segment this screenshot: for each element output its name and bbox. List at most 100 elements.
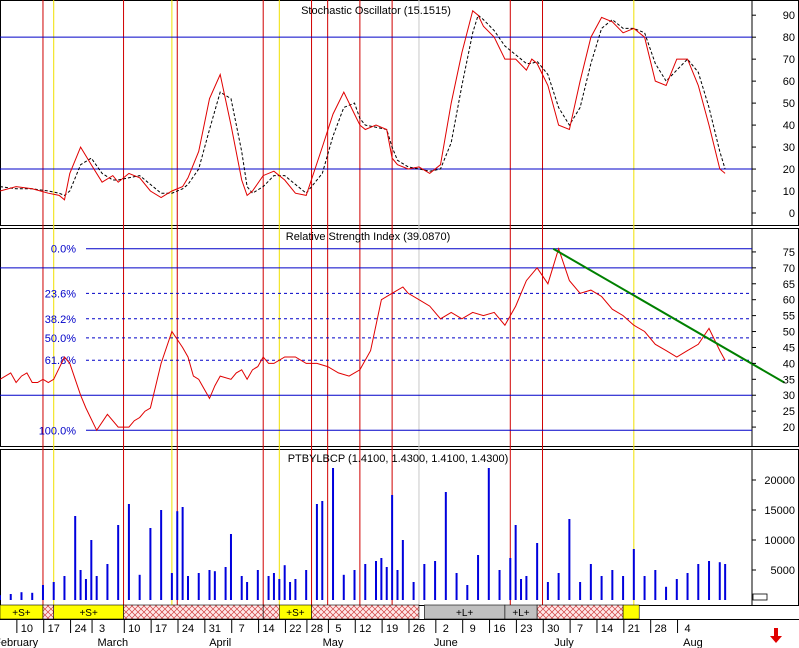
day-tick-label: 17 — [155, 623, 167, 635]
day-tick-label: 14 — [262, 623, 274, 635]
signal-band-label: +S+ — [286, 608, 305, 619]
volume-bar — [466, 585, 469, 600]
volume-bar — [181, 507, 184, 600]
day-tick-label: 21 — [628, 623, 640, 635]
y-tick-label: 25 — [783, 406, 795, 418]
signal-bands: +S+ +S+ +S+ +L+ +L+ — [0, 604, 640, 620]
volume-bar — [697, 564, 700, 600]
month-label: Aug — [683, 637, 703, 648]
volume-bar — [315, 504, 318, 600]
y-tick-label: 55 — [783, 311, 795, 323]
volume-bar — [74, 516, 77, 600]
day-tick-label: 30 — [547, 623, 559, 635]
volume-bar — [208, 570, 211, 600]
volume-bar — [444, 492, 447, 600]
volume-bar — [41, 585, 44, 600]
signal-band — [42, 604, 55, 620]
volume-bar — [525, 576, 528, 600]
volume-bar — [724, 564, 727, 600]
signal-band — [536, 604, 624, 620]
volume-bar — [170, 573, 173, 600]
volume-bar — [229, 534, 232, 600]
day-tick-label: 16 — [493, 623, 505, 635]
panel-frame — [0, 449, 799, 606]
volume-bar — [90, 540, 93, 600]
signal-band — [311, 604, 420, 620]
volume-bar — [385, 567, 388, 600]
volume-bar — [396, 570, 399, 600]
volume-bar — [514, 525, 517, 600]
volume-bar — [487, 468, 490, 600]
volume-bar — [643, 576, 646, 600]
day-tick-label: 10 — [21, 623, 33, 635]
volume-bar — [117, 525, 120, 600]
volume-bar — [391, 495, 394, 600]
y-tick-label: 70 — [783, 263, 795, 275]
y-tick-label: 80 — [783, 32, 795, 44]
volume-bar — [272, 573, 275, 600]
y-tick-label: 50 — [783, 327, 795, 339]
volume-bar — [622, 576, 625, 600]
volume-bar — [375, 561, 377, 600]
volume-bar — [31, 592, 34, 600]
day-tick-label: 19 — [386, 623, 398, 635]
volume-bar — [224, 567, 227, 600]
fibonacci-level-label: 50.0% — [45, 333, 76, 345]
signal-band-label: +S+ — [79, 608, 98, 619]
y-tick-label: 60 — [783, 76, 795, 88]
volume-bar — [176, 511, 179, 600]
y-tick-label: 0 — [789, 208, 795, 220]
y-tick-label: 10 — [783, 186, 795, 198]
signal-band-label: +L+ — [456, 608, 473, 619]
fibonacci-level-label: 100.0% — [39, 425, 77, 437]
volume-bar — [149, 528, 152, 600]
month-label: April — [209, 637, 231, 648]
day-tick-label: 5 — [335, 623, 341, 635]
volume-bar — [568, 519, 571, 600]
volume-bar — [611, 570, 614, 600]
day-tick-label: 22 — [289, 623, 301, 635]
volume-bar — [520, 579, 523, 600]
day-tick-label: 26 — [413, 623, 425, 635]
volume-bar — [20, 592, 23, 600]
volume-bar — [434, 561, 437, 600]
signal-band-label: +S+ — [12, 608, 31, 619]
fibonacci-level-label: 38.2% — [45, 314, 76, 326]
y-tick-label: 35 — [783, 374, 795, 386]
day-tick-label: 7 — [577, 623, 583, 635]
volume-bar — [632, 549, 635, 600]
volume-bar — [498, 570, 501, 600]
y-tick-label: 40 — [783, 120, 795, 132]
day-tick-label: 2 — [443, 623, 449, 635]
day-tick-label: 7 — [239, 623, 245, 635]
y-tick-label: 30 — [783, 142, 795, 154]
y-tick-label: 70 — [783, 54, 795, 66]
volume-bar — [160, 510, 163, 600]
volume-bar — [294, 579, 297, 600]
day-tick-label: 4 — [684, 623, 690, 635]
volume-bar — [289, 582, 292, 600]
volume-bar — [509, 558, 512, 600]
volume-bar — [455, 573, 458, 600]
volume-bar — [79, 570, 82, 600]
volume-bar — [197, 573, 200, 600]
y-tick-label: 50 — [783, 98, 795, 110]
volume-bar — [718, 562, 721, 600]
y-tick-label: 30 — [783, 390, 795, 402]
y-tick-label: 15000 — [764, 505, 795, 517]
day-tick-label: 12 — [359, 623, 371, 635]
volume-bar — [364, 564, 367, 600]
y-tick-label: 10000 — [764, 535, 795, 547]
day-tick-label: 28 — [311, 623, 323, 635]
month-label: June — [434, 637, 458, 648]
volume-bar — [9, 594, 12, 600]
volume-bar — [63, 576, 66, 600]
volume-bar — [675, 579, 678, 600]
volume-bar — [401, 540, 404, 600]
volume-bar — [600, 576, 603, 600]
y-tick-label: 75 — [783, 247, 795, 259]
signal-band — [123, 604, 264, 620]
down-arrow-icon — [770, 628, 782, 643]
volume-bar — [579, 582, 582, 600]
signal-band-label: +L+ — [512, 608, 529, 619]
